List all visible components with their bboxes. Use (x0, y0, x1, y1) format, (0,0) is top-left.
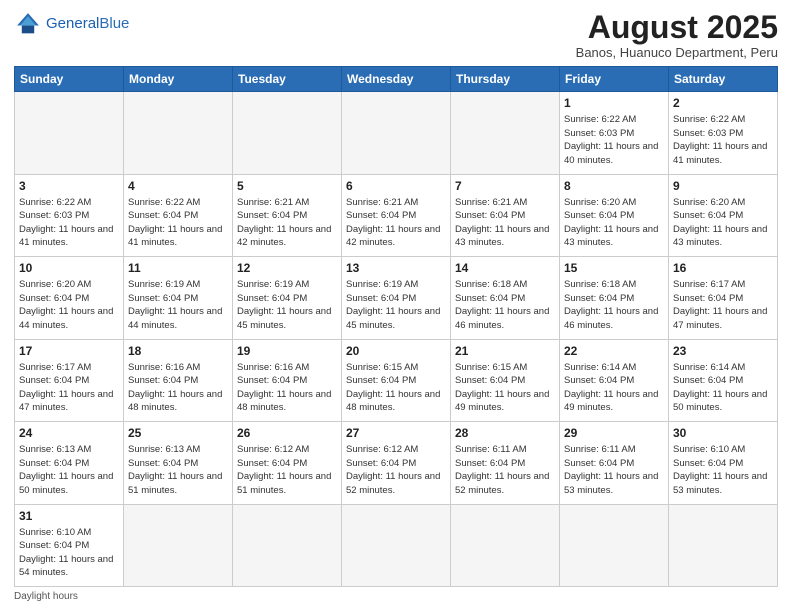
empty-cell (451, 92, 560, 174)
empty-cell (560, 504, 669, 586)
day-9: 9 Sunrise: 6:20 AMSunset: 6:04 PMDayligh… (669, 174, 778, 256)
day-17: 17 Sunrise: 6:17 AMSunset: 6:04 PMDaylig… (15, 339, 124, 421)
empty-cell (124, 504, 233, 586)
title-month: August 2025 (576, 10, 778, 45)
empty-cell (342, 504, 451, 586)
day-6: 6 Sunrise: 6:21 AMSunset: 6:04 PMDayligh… (342, 174, 451, 256)
day-10: 10 Sunrise: 6:20 AMSunset: 6:04 PMDaylig… (15, 257, 124, 339)
weekday-header-row: Sunday Monday Tuesday Wednesday Thursday… (15, 67, 778, 92)
day-27: 27 Sunrise: 6:12 AMSunset: 6:04 PMDaylig… (342, 422, 451, 504)
day-8: 8 Sunrise: 6:20 AMSunset: 6:04 PMDayligh… (560, 174, 669, 256)
week-row-4: 17 Sunrise: 6:17 AMSunset: 6:04 PMDaylig… (15, 339, 778, 421)
title-location: Banos, Huanuco Department, Peru (576, 45, 778, 60)
day-31: 31 Sunrise: 6:10 AMSunset: 6:04 PMDaylig… (15, 504, 124, 586)
day-28: 28 Sunrise: 6:11 AMSunset: 6:04 PMDaylig… (451, 422, 560, 504)
day-29: 29 Sunrise: 6:11 AMSunset: 6:04 PMDaylig… (560, 422, 669, 504)
day-1: 1 Sunrise: 6:22 AMSunset: 6:03 PMDayligh… (560, 92, 669, 174)
logo: GeneralBlue (14, 10, 129, 38)
day-24: 24 Sunrise: 6:13 AMSunset: 6:04 PMDaylig… (15, 422, 124, 504)
header: GeneralBlue August 2025 Banos, Huanuco D… (14, 10, 778, 60)
calendar-table: Sunday Monday Tuesday Wednesday Thursday… (14, 66, 778, 587)
week-row-3: 10 Sunrise: 6:20 AMSunset: 6:04 PMDaylig… (15, 257, 778, 339)
day-18: 18 Sunrise: 6:16 AMSunset: 6:04 PMDaylig… (124, 339, 233, 421)
empty-cell (669, 504, 778, 586)
empty-cell (233, 504, 342, 586)
day-7: 7 Sunrise: 6:21 AMSunset: 6:04 PMDayligh… (451, 174, 560, 256)
week-row-2: 3 Sunrise: 6:22 AMSunset: 6:03 PMDayligh… (15, 174, 778, 256)
empty-cell (233, 92, 342, 174)
empty-cell (451, 504, 560, 586)
week-row-1: 1 Sunrise: 6:22 AMSunset: 6:03 PMDayligh… (15, 92, 778, 174)
day-22: 22 Sunrise: 6:14 AMSunset: 6:04 PMDaylig… (560, 339, 669, 421)
empty-cell (342, 92, 451, 174)
week-row-6: 31 Sunrise: 6:10 AMSunset: 6:04 PMDaylig… (15, 504, 778, 586)
day-21: 21 Sunrise: 6:15 AMSunset: 6:04 PMDaylig… (451, 339, 560, 421)
logo-blue: Blue (99, 15, 129, 32)
day-12: 12 Sunrise: 6:19 AMSunset: 6:04 PMDaylig… (233, 257, 342, 339)
header-friday: Friday (560, 67, 669, 92)
day-30: 30 Sunrise: 6:10 AMSunset: 6:04 PMDaylig… (669, 422, 778, 504)
empty-cell (124, 92, 233, 174)
page: GeneralBlue August 2025 Banos, Huanuco D… (0, 0, 792, 612)
footer-note: Daylight hours (14, 591, 778, 602)
logo-general: General (46, 15, 99, 32)
logo-text: GeneralBlue (46, 16, 129, 33)
header-saturday: Saturday (669, 67, 778, 92)
week-row-5: 24 Sunrise: 6:13 AMSunset: 6:04 PMDaylig… (15, 422, 778, 504)
day-23: 23 Sunrise: 6:14 AMSunset: 6:04 PMDaylig… (669, 339, 778, 421)
day-13: 13 Sunrise: 6:19 AMSunset: 6:04 PMDaylig… (342, 257, 451, 339)
day-5: 5 Sunrise: 6:21 AMSunset: 6:04 PMDayligh… (233, 174, 342, 256)
day-2: 2 Sunrise: 6:22 AMSunset: 6:03 PMDayligh… (669, 92, 778, 174)
day-26: 26 Sunrise: 6:12 AMSunset: 6:04 PMDaylig… (233, 422, 342, 504)
header-sunday: Sunday (15, 67, 124, 92)
title-block: August 2025 Banos, Huanuco Department, P… (576, 10, 778, 60)
header-thursday: Thursday (451, 67, 560, 92)
day-19: 19 Sunrise: 6:16 AMSunset: 6:04 PMDaylig… (233, 339, 342, 421)
day-14: 14 Sunrise: 6:18 AMSunset: 6:04 PMDaylig… (451, 257, 560, 339)
day-16: 16 Sunrise: 6:17 AMSunset: 6:04 PMDaylig… (669, 257, 778, 339)
day-3: 3 Sunrise: 6:22 AMSunset: 6:03 PMDayligh… (15, 174, 124, 256)
day-15: 15 Sunrise: 6:18 AMSunset: 6:04 PMDaylig… (560, 257, 669, 339)
day-20: 20 Sunrise: 6:15 AMSunset: 6:04 PMDaylig… (342, 339, 451, 421)
header-monday: Monday (124, 67, 233, 92)
logo-icon (14, 10, 42, 38)
header-tuesday: Tuesday (233, 67, 342, 92)
day-4: 4 Sunrise: 6:22 AMSunset: 6:04 PMDayligh… (124, 174, 233, 256)
day-25: 25 Sunrise: 6:13 AMSunset: 6:04 PMDaylig… (124, 422, 233, 504)
header-wednesday: Wednesday (342, 67, 451, 92)
day-11: 11 Sunrise: 6:19 AMSunset: 6:04 PMDaylig… (124, 257, 233, 339)
empty-cell (15, 92, 124, 174)
